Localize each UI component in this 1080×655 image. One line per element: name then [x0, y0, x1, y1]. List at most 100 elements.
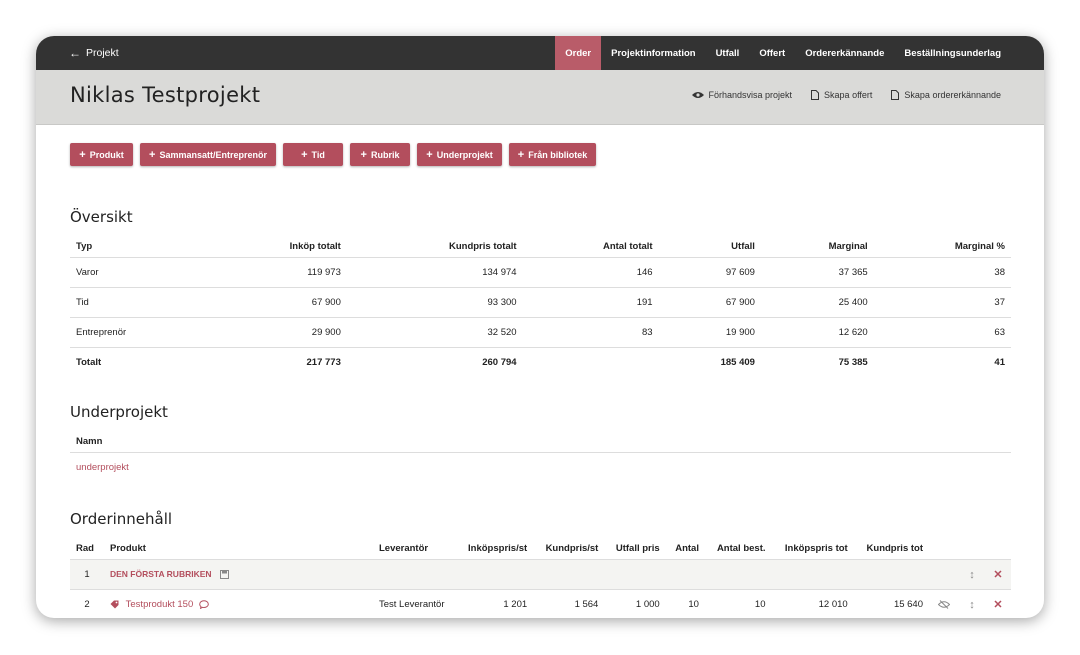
- unit-price-cell: 1 564: [574, 599, 599, 610]
- subproject-link[interactable]: underprojekt: [70, 453, 1011, 483]
- column-header: Inköpspris tot: [771, 537, 854, 560]
- project-header: Niklas Testprojekt Förhandsvisa projekt …: [36, 70, 1044, 125]
- add-product-button[interactable]: + Produkt: [70, 143, 133, 166]
- delete-icon[interactable]: ✕: [993, 599, 1002, 611]
- create-order-confirmation-link[interactable]: Skapa ordererkännande: [891, 90, 1001, 100]
- heading-row: 1 DEN FÖRSTA RUBRIKEN ↕ ✕: [70, 559, 1011, 590]
- create-quote-link[interactable]: Skapa offert: [811, 90, 872, 100]
- table-cell: 12 620: [760, 317, 874, 348]
- sort-icon[interactable]: ↕: [969, 599, 975, 611]
- add-buttons-toolbar: + Produkt + Sammansatt/Entreprenör + Tid + R…: [70, 143, 1011, 166]
- empty-cell: [929, 559, 959, 590]
- plus-icon: +: [79, 148, 86, 161]
- create-quote-label: Skapa offert: [824, 90, 873, 100]
- add-time-label: Tid: [311, 149, 325, 160]
- tab-ordererkannande[interactable]: Ordererkännande: [795, 36, 894, 70]
- table-header-row: Namn: [70, 430, 1011, 453]
- add-product-label: Produkt: [89, 149, 124, 160]
- comment-icon[interactable]: [199, 600, 209, 609]
- product-link[interactable]: Testprodukt 150: [126, 599, 194, 610]
- column-header-empty: [985, 537, 1011, 560]
- document-icon: [891, 90, 900, 100]
- add-composite-label: Sammansatt/Entreprenör: [159, 149, 267, 160]
- table-cell: [523, 348, 659, 378]
- quantity-cell: 10: [688, 599, 699, 610]
- table-row: Tid 67 900 93 300 191 67 900 25 400 37: [70, 287, 1011, 318]
- table-cell: 97 609: [658, 257, 761, 288]
- table-cell: Varor: [70, 257, 208, 288]
- column-header-empty: [959, 537, 985, 560]
- tab-projektinformation[interactable]: Projektinformation: [601, 36, 705, 70]
- table-cell: 25 400: [760, 287, 874, 318]
- create-order-confirmation-label: Skapa ordererkännande: [904, 90, 1001, 100]
- app-window: ← Projekt Order Projektinformation Utfal…: [36, 36, 1044, 618]
- preview-project-link[interactable]: Förhandsvisa projekt: [691, 90, 793, 100]
- order-content-table: Rad Produkt Leverantör Inköpspris/st Kun…: [70, 537, 1011, 618]
- table-row: underprojekt: [70, 453, 1011, 483]
- add-composite-button[interactable]: + Sammansatt/Entreprenör: [140, 143, 276, 166]
- quantity-ordered-cell: 10: [754, 599, 766, 610]
- cell: ✕: [985, 590, 1011, 619]
- unit-cost-cell: 1 201: [503, 599, 528, 610]
- column-header: Utfall pris: [604, 537, 666, 560]
- plus-icon: +: [360, 148, 367, 161]
- column-header: Utfall: [658, 235, 761, 258]
- top-navigation-bar: ← Projekt Order Projektinformation Utfal…: [36, 36, 1044, 70]
- add-time-button[interactable]: + Tid: [283, 143, 343, 166]
- back-to-projects-link[interactable]: ← Projekt: [69, 46, 119, 60]
- table-cell: 67 900: [207, 287, 347, 318]
- table-cell: 37 365: [760, 257, 874, 288]
- order-content-heading: Orderinnehåll: [70, 510, 173, 528]
- cell: ↕: [959, 559, 985, 590]
- heading-label[interactable]: DEN FÖRSTA RUBRIKEN: [110, 569, 212, 579]
- table-cell: 83: [522, 317, 659, 348]
- column-header: Marginal: [760, 235, 874, 258]
- table-row: Varor 119 973 134 974 146 97 609 37 365 …: [70, 257, 1011, 288]
- table-cell: 119 973: [207, 257, 347, 288]
- cell: [929, 590, 959, 619]
- tab-order[interactable]: Order: [555, 36, 602, 70]
- table-cell: Entreprenör: [70, 317, 208, 348]
- table-cell: 63: [873, 317, 1011, 348]
- column-header: Kundpris tot: [853, 537, 929, 560]
- tab-utfall[interactable]: Utfall: [706, 36, 750, 70]
- eye-icon: [691, 92, 704, 98]
- table-cell: 93 300: [346, 287, 523, 318]
- page-title: Niklas Testprojekt: [70, 83, 261, 107]
- document-icon: [811, 90, 820, 100]
- tab-bestallningsunderlag[interactable]: Beställningsunderlag: [894, 36, 1044, 70]
- column-header: Antal: [665, 537, 705, 560]
- product-cell: Testprodukt 150: [104, 590, 373, 619]
- table-cell: 146: [522, 257, 659, 288]
- sort-icon[interactable]: ↕: [969, 569, 975, 581]
- subprojects-heading: Underprojekt: [70, 403, 168, 421]
- tab-offert[interactable]: Offert: [749, 36, 795, 70]
- outcome-price-cell: 1 000: [635, 599, 660, 610]
- arrow-left-icon: ←: [69, 46, 81, 60]
- add-subproject-button[interactable]: + Underprojekt: [417, 143, 502, 166]
- table-cell: Tid: [70, 287, 208, 318]
- supplier-cell: Test Leverantör: [379, 599, 445, 610]
- save-icon[interactable]: [220, 569, 230, 579]
- column-header: Inköpspris/st: [455, 537, 534, 560]
- table-cell: 217 773: [306, 357, 341, 368]
- cell: ↕: [959, 590, 985, 619]
- table-cell: 32 520: [346, 317, 523, 348]
- add-heading-button[interactable]: + Rubrik: [350, 143, 410, 166]
- column-header: Kundpris totalt: [346, 235, 523, 258]
- table-cell: 185 409: [720, 357, 755, 368]
- table-cell: 67 900: [658, 287, 761, 318]
- product-row: 2 Testprodukt 150 Test Leverantör 1 201 …: [70, 590, 1011, 619]
- column-header: Namn: [70, 430, 1011, 453]
- table-cell: 260 794: [482, 357, 517, 368]
- eye-slash-icon[interactable]: [938, 600, 950, 609]
- column-header: Inköp totalt: [207, 235, 347, 258]
- preview-project-label: Förhandsvisa projekt: [708, 90, 793, 100]
- delete-icon[interactable]: ✕: [993, 569, 1002, 581]
- column-header: Produkt: [104, 537, 373, 560]
- overview-heading: Översikt: [70, 208, 133, 226]
- table-cell: 41: [994, 357, 1005, 368]
- table-header-row: Typ Inköp totalt Kundpris totalt Antal t…: [70, 235, 1011, 258]
- add-from-library-button[interactable]: + Från bibliotek: [509, 143, 596, 166]
- add-heading-label: Rubrik: [370, 149, 400, 160]
